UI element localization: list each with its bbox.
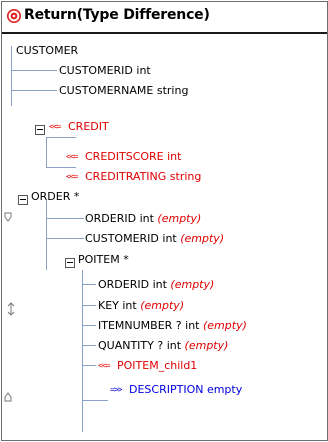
tree-node-customerid[interactable]: CUSTOMERID int <box>59 61 151 81</box>
tree-line <box>82 400 108 401</box>
tree-line <box>82 284 96 285</box>
tree-line <box>46 138 47 168</box>
field-label: CUSTOMERID int <box>85 232 177 245</box>
tree-line <box>11 90 57 91</box>
added-arrow-icon: <<= <box>49 122 61 131</box>
cursor-marker-icon <box>7 302 15 316</box>
tree-line <box>82 325 96 326</box>
tree-line <box>46 238 84 239</box>
tree-line <box>11 46 12 106</box>
tree-node-quantity[interactable]: QUANTITY ? int (empty) <box>98 336 228 356</box>
tree-node-description[interactable]: DESCRIPTION empty <box>129 380 242 400</box>
empty-value: (empty) <box>140 299 185 312</box>
field-label: QUANTITY ? int <box>98 339 182 352</box>
tree-line <box>11 70 57 71</box>
collapse-order-toggle[interactable] <box>18 195 28 205</box>
tree-line <box>82 345 96 346</box>
tree-line <box>46 218 84 219</box>
field-label: KEY int <box>98 299 137 312</box>
tree-line <box>82 270 83 432</box>
empty-value: (empty) <box>170 278 215 291</box>
tree-node-poitem-orderid[interactable]: ORDERID int (empty) <box>98 275 214 295</box>
collapse-marker-icon[interactable] <box>4 212 12 222</box>
tree-node-order-customerid[interactable]: CUSTOMERID int (empty) <box>85 229 224 249</box>
collapse-credit-toggle[interactable] <box>35 125 45 135</box>
difference-tree[interactable]: CUSTOMER CUSTOMERID int CUSTOMERNAME str… <box>2 34 327 440</box>
empty-value: (empty) <box>184 339 229 352</box>
tree-line <box>46 137 76 138</box>
tree-node-customer[interactable]: CUSTOMER <box>16 41 78 61</box>
tree-line <box>82 365 96 366</box>
tree-line <box>46 200 47 270</box>
tree-node-orderid[interactable]: ORDERID int (empty) <box>85 209 201 229</box>
tree-node-creditrating[interactable]: CREDITRATING string <box>85 167 201 187</box>
field-label: ORDERID int <box>98 278 167 291</box>
tree-line <box>82 305 96 306</box>
changed-arrow-icon: =>> <box>110 385 122 394</box>
return-target-icon <box>7 9 21 23</box>
tree-node-creditscore[interactable]: CREDITSCORE int <box>85 147 181 167</box>
panel-title: Return(Type Difference) <box>24 7 210 23</box>
tree-node-order[interactable]: ORDER * <box>31 187 79 207</box>
tree-node-poitem-child1[interactable]: POITEM_child1 <box>117 356 197 376</box>
type-difference-panel: Return(Type Difference) CUSTOMER CUSTOME… <box>1 1 328 441</box>
tree-node-poitem[interactable]: POITEM * <box>78 250 129 270</box>
tree-node-credit[interactable]: CREDIT <box>68 117 109 137</box>
empty-value: (empty) <box>180 232 225 245</box>
added-arrow-icon: <<= <box>66 152 78 161</box>
field-label: ITEMNUMBER ? int <box>98 319 200 332</box>
added-arrow-icon: <<= <box>66 172 78 181</box>
expand-marker-icon[interactable] <box>4 392 12 402</box>
tree-node-customername[interactable]: CUSTOMERNAME string <box>59 81 188 101</box>
panel-title-bar: Return(Type Difference) <box>2 2 327 34</box>
collapse-poitem-toggle[interactable] <box>65 258 75 268</box>
empty-value: (empty) <box>203 319 247 332</box>
added-arrow-icon: <<= <box>98 361 110 370</box>
tree-node-itemnumber[interactable]: ITEMNUMBER ? int (empty) <box>98 316 247 336</box>
field-label: ORDERID int <box>85 212 154 225</box>
empty-value: (empty) <box>157 212 202 225</box>
tree-line <box>46 167 76 168</box>
tree-node-key[interactable]: KEY int (empty) <box>98 296 184 316</box>
